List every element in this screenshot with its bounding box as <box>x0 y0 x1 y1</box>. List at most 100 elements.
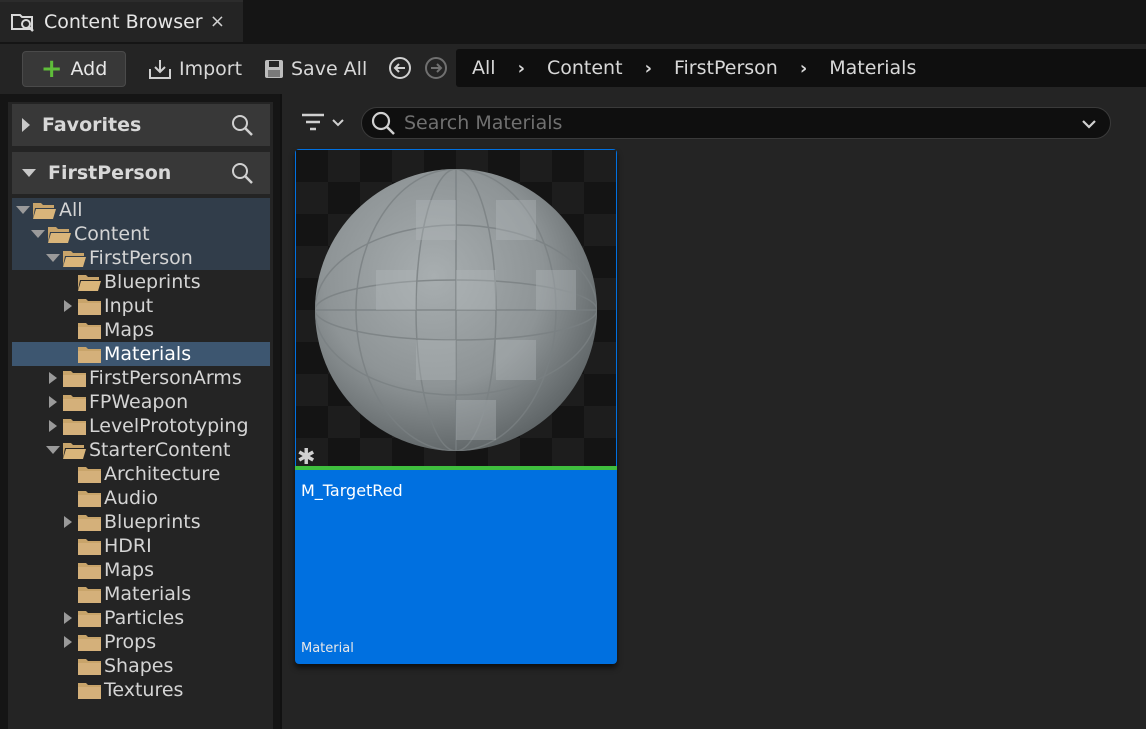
folder-open-icon <box>48 227 71 243</box>
folder-icon <box>78 659 101 675</box>
chevron-right-icon[interactable] <box>46 420 60 432</box>
favorites-header[interactable]: Favorites <box>12 104 270 146</box>
folder-icon <box>78 611 101 627</box>
tree-item-particles[interactable]: Particles <box>12 606 270 630</box>
save-all-button-label: Save All <box>291 58 368 80</box>
close-icon[interactable]: × <box>210 11 225 32</box>
folder-icon <box>78 323 101 339</box>
tree-item-textures[interactable]: Textures <box>12 678 270 702</box>
folder-icon <box>78 587 101 603</box>
tab-content-browser[interactable]: Content Browser × <box>0 0 243 42</box>
search-input[interactable] <box>404 112 1064 134</box>
chevron-right-icon[interactable] <box>61 300 75 312</box>
asset-thumbnail <box>296 150 616 466</box>
favorites-label: Favorites <box>42 114 142 136</box>
folder-icon <box>78 515 101 531</box>
tree-item-label: Maps <box>104 559 154 581</box>
tree-item-blueprints[interactable]: Blueprints <box>12 270 270 294</box>
tree-item-input[interactable]: Input <box>12 294 270 318</box>
search-icon[interactable] <box>230 113 254 137</box>
tree-item-label: Materials <box>104 343 192 365</box>
tree-item-materials[interactable]: Materials <box>12 582 270 606</box>
folder-icon <box>78 539 101 555</box>
tree-item-props[interactable]: Props <box>12 630 270 654</box>
tree-item-label: FirstPersonArms <box>89 367 242 389</box>
tree-item-maps[interactable]: Maps <box>12 318 270 342</box>
tree-item-materials[interactable]: Materials <box>12 342 270 366</box>
tree-item-label: Architecture <box>104 463 221 485</box>
chevron-right-icon[interactable]: › <box>800 58 807 79</box>
folder-open-icon <box>33 203 56 219</box>
search-icon[interactable] <box>230 161 254 185</box>
tree-item-label: StarterContent <box>89 439 231 461</box>
chevron-down-icon[interactable] <box>46 446 60 454</box>
tree-item-label: Particles <box>104 607 185 629</box>
import-icon <box>149 60 171 79</box>
tree-item-label: All <box>59 199 83 221</box>
chevron-down-icon[interactable] <box>16 206 30 214</box>
tab-bar: Content Browser × <box>0 0 1146 44</box>
tree-item-audio[interactable]: Audio <box>12 486 270 510</box>
project-header[interactable]: FirstPerson <box>12 152 270 194</box>
chevron-down-icon[interactable] <box>46 254 60 262</box>
tree-item-content[interactable]: Content <box>12 222 270 246</box>
tab-title: Content Browser <box>44 11 203 33</box>
tree-item-architecture[interactable]: Architecture <box>12 462 270 486</box>
breadcrumb-materials[interactable]: Materials <box>829 57 916 79</box>
back-arrow-icon[interactable] <box>388 56 412 80</box>
tree-item-label: FPWeapon <box>89 391 189 413</box>
sources-panel: Favorites FirstPerson All Content FirstPer… <box>0 94 280 729</box>
add-button[interactable]: + Add <box>22 51 126 87</box>
add-button-label: Add <box>70 58 108 80</box>
chevron-right-icon[interactable] <box>61 612 75 624</box>
forward-arrow-icon[interactable] <box>424 56 448 80</box>
tree-item-label: Shapes <box>104 655 174 677</box>
save-all-button[interactable]: Save All <box>263 54 367 84</box>
tree-item-startercontent[interactable]: StarterContent <box>12 438 270 462</box>
asset-type-color-bar <box>295 466 617 470</box>
tree-item-label: LevelPrototyping <box>89 415 249 437</box>
chevron-right-icon[interactable] <box>46 372 60 384</box>
folder-icon <box>63 395 86 411</box>
breadcrumb: All › Content › FirstPerson › Materials <box>456 49 1146 87</box>
tree-item-label: Maps <box>104 319 154 341</box>
folder-open-icon <box>63 443 86 459</box>
tree-item-maps[interactable]: Maps <box>12 558 270 582</box>
tree-item-levelprototyping[interactable]: LevelPrototyping <box>12 414 270 438</box>
chevron-right-icon[interactable] <box>22 118 30 132</box>
chevron-down-icon[interactable] <box>1080 115 1098 133</box>
project-label: FirstPerson <box>48 162 172 184</box>
filter-icon[interactable] <box>300 110 348 136</box>
import-button[interactable]: Import <box>147 54 242 84</box>
chevron-right-icon[interactable] <box>61 636 75 648</box>
chevron-right-icon[interactable]: › <box>518 58 525 79</box>
asset-name: M_TargetRed <box>301 481 403 500</box>
chevron-right-icon[interactable]: › <box>645 58 652 79</box>
tree-item-shapes[interactable]: Shapes <box>12 654 270 678</box>
tree-item-fpweapon[interactable]: FPWeapon <box>12 390 270 414</box>
tree-item-label: Materials <box>104 583 192 605</box>
folder-open-icon <box>63 251 86 267</box>
tree-item-label: FirstPerson <box>89 247 193 269</box>
tree-item-firstperson[interactable]: FirstPerson <box>12 246 270 270</box>
chevron-right-icon[interactable] <box>61 516 75 528</box>
chevron-down-icon[interactable] <box>22 169 36 177</box>
breadcrumb-firstperson[interactable]: FirstPerson <box>674 57 778 79</box>
asset-type: Material <box>301 641 354 656</box>
toolbar: + Add Import Save All All › Content › Fi… <box>0 44 1146 94</box>
tree-item-blueprints[interactable]: Blueprints <box>12 510 270 534</box>
plus-icon: + <box>40 54 63 84</box>
tree-item-all[interactable]: All <box>12 198 270 222</box>
tree-item-label: Blueprints <box>104 511 201 533</box>
chevron-down-icon[interactable] <box>31 230 45 238</box>
tree-item-firstpersonarms[interactable]: FirstPersonArms <box>12 366 270 390</box>
breadcrumb-content[interactable]: Content <box>547 57 623 79</box>
tree-item-label: Textures <box>104 679 184 701</box>
folder-icon <box>78 467 101 483</box>
chevron-right-icon[interactable] <box>46 396 60 408</box>
save-icon <box>265 60 283 78</box>
tree-item-hdri[interactable]: HDRI <box>12 534 270 558</box>
asset-tile[interactable]: ✱ M_TargetRed Material <box>295 149 617 664</box>
breadcrumb-all[interactable]: All <box>472 57 496 79</box>
tree-item-label: Input <box>104 295 154 317</box>
